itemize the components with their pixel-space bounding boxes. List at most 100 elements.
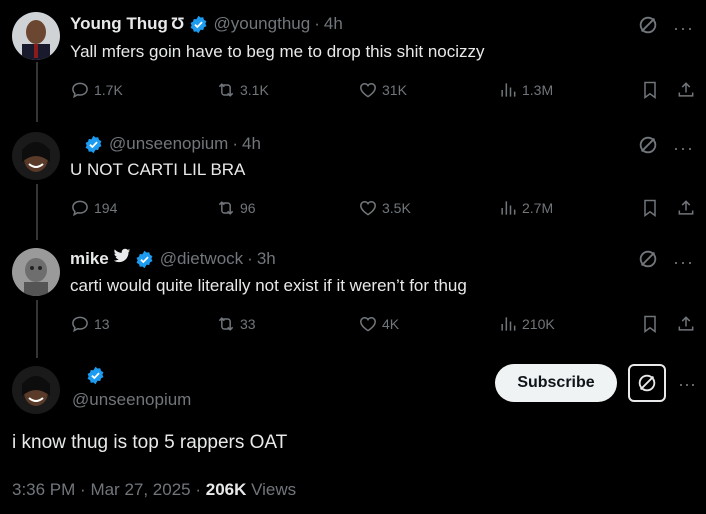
reply-button[interactable]: 1.7K	[70, 80, 123, 100]
tweet-text: carti would quite literally not exist if…	[70, 276, 467, 295]
share-button[interactable]	[676, 80, 700, 100]
grok-icon[interactable]	[637, 134, 659, 161]
tweet-text: Yall mfers goin have to beg me to drop t…	[70, 42, 485, 61]
repost-button[interactable]: 3.1K	[216, 80, 269, 100]
repost-button[interactable]: 33	[216, 314, 256, 334]
repost-icon	[218, 317, 234, 331]
handle[interactable]: @dietwock	[160, 249, 243, 269]
repost-button[interactable]: 96	[216, 198, 256, 218]
repost-count: 3.1K	[240, 82, 269, 98]
tweet-actions: 194 96 3.5K 2.7M	[70, 198, 696, 222]
timestamp[interactable]: 3h	[257, 249, 276, 269]
views-label: Views	[251, 480, 297, 499]
views-button[interactable]: 210K	[498, 314, 555, 334]
tweet-meta: 3:36 PM · Mar 27, 2025 · 206K Views	[12, 480, 296, 500]
separator-dot: ·	[314, 14, 320, 33]
bookmark-button[interactable]	[640, 80, 664, 100]
tweet-unseenopium-reply[interactable]: @unseenopium · 4h U NOT CARTI LIL BRA ··…	[0, 122, 706, 234]
verified-badge-icon	[185, 14, 208, 34]
display-name[interactable]: mike	[70, 249, 109, 269]
like-count: 3.5K	[382, 200, 411, 216]
reply-icon	[72, 82, 88, 99]
like-button[interactable]: 4K	[358, 314, 399, 334]
post-time[interactable]: 3:36 PM	[12, 480, 75, 499]
avatar[interactable]	[12, 12, 60, 60]
verified-badge-icon	[80, 134, 103, 154]
separator-dot: ·	[232, 134, 239, 153]
tweet-header: Young Thug Ʊ @youngthug · 4h	[70, 14, 343, 34]
timestamp[interactable]: 4h	[324, 14, 343, 34]
more-options-icon[interactable]: ···	[673, 253, 694, 271]
handle[interactable]: @unseenopium	[72, 390, 191, 410]
handle[interactable]: @youngthug	[214, 14, 311, 34]
grok-icon[interactable]	[637, 248, 659, 275]
share-button[interactable]	[676, 198, 700, 218]
more-options-icon[interactable]: ···	[673, 19, 694, 37]
views-button[interactable]: 1.3M	[498, 80, 553, 100]
reply-count: 194	[94, 200, 118, 216]
tweet-top-actions: ···	[637, 14, 694, 41]
grok-icon	[638, 374, 656, 392]
reply-icon	[72, 200, 88, 217]
share-icon	[678, 82, 694, 97]
tweet-header: mike @dietwock · 3h	[70, 248, 276, 269]
like-count: 4K	[382, 316, 400, 332]
bookmark-button[interactable]	[640, 198, 664, 218]
display-name[interactable]: Young Thug	[70, 14, 168, 34]
views-count: 210K	[522, 316, 555, 332]
main-tweet-text: i know thug is top 5 rappers OAT	[12, 432, 288, 453]
reply-button[interactable]: 194	[70, 198, 117, 218]
share-icon	[678, 316, 694, 331]
reply-button[interactable]: 13	[70, 314, 110, 334]
views-icon	[501, 317, 516, 331]
tweet-mike[interactable]: mike @dietwock · 3h carti would quite li…	[0, 240, 706, 352]
post-date[interactable]: Mar 27, 2025	[90, 480, 190, 499]
views-icon	[501, 83, 516, 97]
handle[interactable]: @unseenopium	[109, 134, 228, 154]
reply-count: 13	[94, 316, 110, 332]
avatar[interactable]	[12, 366, 60, 414]
tweet-top-actions: ···	[637, 134, 694, 161]
tweet-text: U NOT CARTI LIL BRA	[70, 160, 246, 179]
reply-icon	[72, 316, 88, 333]
avatar[interactable]	[12, 132, 60, 180]
views-count: 1.3M	[522, 82, 554, 98]
verified-badge-icon	[82, 366, 105, 385]
share-button[interactable]	[676, 314, 700, 334]
like-button[interactable]: 3.5K	[358, 198, 411, 218]
views-icon	[501, 201, 516, 215]
separator-dot: ·	[247, 248, 253, 268]
repost-count: 96	[240, 200, 256, 216]
heart-icon	[360, 82, 376, 98]
views-button[interactable]: 2.7M	[498, 198, 553, 218]
tweet-young-thug[interactable]: Young Thug Ʊ @youngthug · 4h Yall mfers …	[0, 0, 706, 110]
tweet-actions: 13 33 4K 210K	[70, 314, 696, 338]
heart-icon	[360, 200, 376, 216]
grok-button[interactable]	[628, 364, 666, 402]
repost-icon	[218, 201, 234, 215]
like-button[interactable]: 31K	[358, 80, 407, 100]
tweet-top-actions: ···	[637, 248, 694, 275]
bookmark-icon	[644, 199, 656, 217]
views-total: 206K	[205, 480, 247, 499]
bookmark-icon	[644, 315, 656, 333]
more-options-icon[interactable]: ···	[673, 139, 694, 157]
reply-count: 1.7K	[94, 82, 123, 98]
like-count: 31K	[382, 82, 407, 98]
timestamp[interactable]: 4h	[242, 134, 261, 154]
grok-icon[interactable]	[637, 14, 659, 41]
subscribe-button[interactable]: Subscribe	[495, 364, 617, 402]
bird-icon	[113, 248, 131, 269]
share-icon	[678, 200, 694, 215]
repost-icon	[218, 83, 234, 97]
more-options-icon[interactable]: ···	[678, 374, 696, 395]
verified-badge-icon	[131, 248, 154, 268]
bookmark-icon	[644, 81, 656, 99]
avatar[interactable]	[12, 248, 60, 296]
bookmark-button[interactable]	[640, 314, 664, 334]
tweet-header: @unseenopium · 4h	[70, 134, 261, 154]
repost-count: 33	[240, 316, 256, 332]
name-emoji: Ʊ	[170, 14, 185, 33]
separator-dot: ·	[195, 480, 206, 499]
tweet-actions: 1.7K 3.1K 31K 1.3M	[70, 80, 696, 104]
